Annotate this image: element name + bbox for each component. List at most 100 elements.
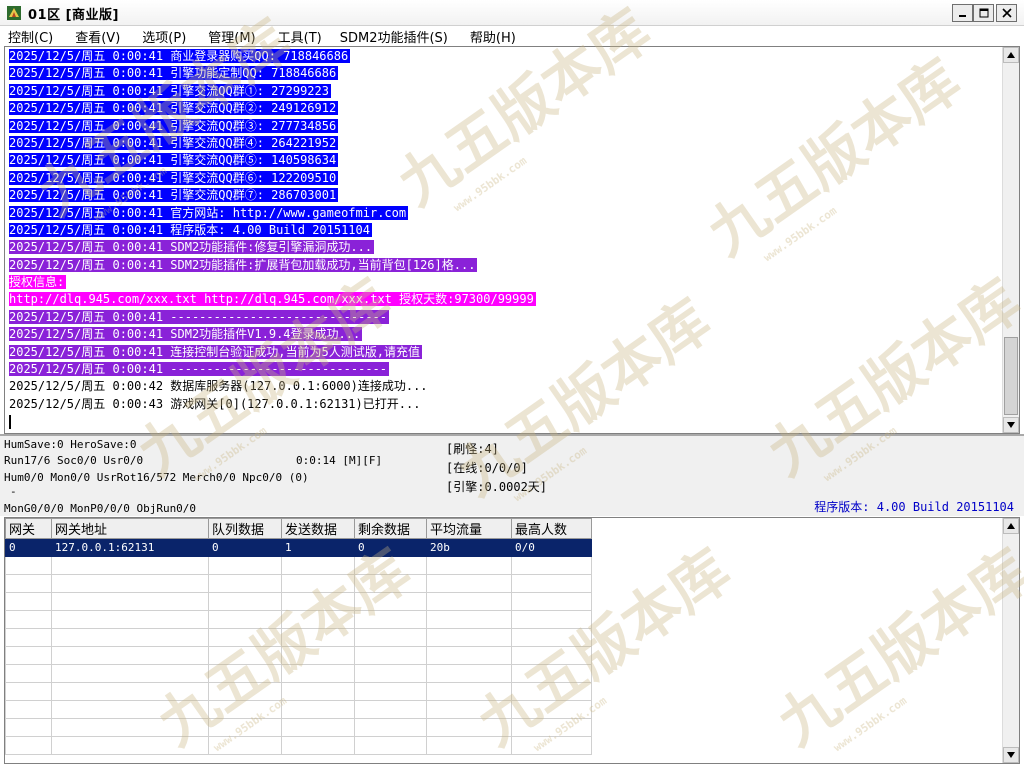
empty-table-cell	[354, 718, 427, 737]
menu-control[interactable]: 控制(C)	[8, 27, 53, 46]
empty-table-cell	[426, 610, 512, 629]
empty-table-cell	[5, 736, 52, 755]
column-header-max-users[interactable]: 最高人数	[511, 518, 592, 539]
table-cell: 20b	[426, 538, 512, 557]
log-line-text: 2025/12/5/周五 0:00:41 SDM2功能插件:修复引擎漏洞成功..…	[9, 240, 375, 255]
column-header-gateway-address[interactable]: 网关地址	[51, 518, 209, 539]
table-scrollbar[interactable]	[1002, 518, 1019, 763]
menu-options[interactable]: 选项(P)	[142, 27, 186, 46]
gateway-table-panel[interactable]: 网关 网关地址 队列数据 发送数据 剩余数据 平均流量 最高人数 0 127.0.…	[4, 517, 1020, 764]
arrow-up-icon	[1007, 52, 1015, 58]
empty-table-cell	[208, 682, 282, 701]
log-line: 2025/12/5/周五 0:00:41 程序版本: 4.00 Build 20…	[9, 222, 999, 239]
menu-help[interactable]: 帮助(H)	[470, 27, 516, 46]
empty-table-cell	[208, 628, 282, 647]
menu-view[interactable]: 查看(V)	[75, 27, 120, 46]
log-line: 2025/12/5/周五 0:00:41 引擎交流QQ群③: 277734856	[9, 118, 999, 135]
scroll-thumb[interactable]	[1004, 337, 1018, 415]
empty-table-cell	[51, 682, 209, 701]
column-header-remaining-data[interactable]: 剩余数据	[354, 518, 427, 539]
empty-table-cell	[51, 628, 209, 647]
empty-table-cell	[51, 610, 209, 629]
log-line: 2025/12/5/周五 0:00:41 引擎交流QQ群①: 27299223	[9, 83, 999, 100]
empty-table-cell	[5, 718, 52, 737]
empty-table-cell	[51, 574, 209, 593]
empty-table-cell	[281, 574, 355, 593]
minimize-button[interactable]	[952, 4, 973, 22]
status-hum-save: HumSave:0 HeroSave:0	[4, 438, 137, 451]
empty-table-row	[5, 700, 592, 719]
empty-table-cell	[5, 610, 52, 629]
log-line-text: 2025/12/5/周五 0:00:41 SDM2功能插件:扩展背包加载成功,当…	[9, 257, 478, 272]
menu-tools[interactable]: 工具(T)	[278, 27, 322, 46]
close-button[interactable]	[996, 4, 1017, 22]
empty-table-row	[5, 664, 592, 683]
log-line-text: 2025/12/5/周五 0:00:41 引擎交流QQ群④: 264221952	[9, 135, 339, 150]
empty-table-cell	[281, 736, 355, 755]
menu-sdm2-plugin[interactable]: SDM2功能插件(S)	[340, 27, 448, 46]
log-line: 2025/12/5/周五 0:00:41 官方网站: http://www.ga…	[9, 205, 999, 222]
empty-table-cell	[426, 736, 512, 755]
log-line: 2025/12/5/周五 0:00:41 SDM2功能插件:扩展背包加载成功,当…	[9, 257, 999, 274]
table-scroll-down-button[interactable]	[1003, 747, 1019, 763]
column-header-queue-data[interactable]: 队列数据	[208, 518, 282, 539]
log-line: 2025/12/5/周五 0:00:42 数据库服务器(127.0.0.1:60…	[9, 378, 999, 395]
empty-table-cell	[426, 556, 512, 575]
log-scrollbar[interactable]	[1002, 47, 1019, 433]
empty-table-cell	[5, 664, 52, 683]
empty-table-cell	[281, 628, 355, 647]
empty-table-cell	[51, 664, 209, 683]
empty-table-cell	[208, 718, 282, 737]
log-line: 2025/12/5/周五 0:00:41 -------------------…	[9, 361, 999, 378]
log-input-line[interactable]	[9, 413, 999, 430]
log-line: 授权信息:	[9, 274, 999, 291]
empty-table-cell	[511, 574, 592, 593]
empty-table-cell	[208, 736, 282, 755]
menu-manage[interactable]: 管理(M)	[208, 27, 255, 46]
empty-table-cell	[511, 592, 592, 611]
empty-table-cell	[51, 646, 209, 665]
table-cell: 0	[354, 538, 427, 557]
log-line-text: 2025/12/5/周五 0:00:41 商业登录器购买QQ: 71884668…	[9, 49, 351, 63]
maximize-icon	[979, 8, 988, 18]
scroll-up-button[interactable]	[1003, 47, 1019, 63]
log-panel[interactable]: 2025/12/5/周五 0:00:41 商业登录器购买QQ: 71884668…	[4, 46, 1020, 434]
empty-table-cell	[5, 592, 52, 611]
empty-table-row	[5, 610, 592, 629]
column-header-gateway[interactable]: 网关	[5, 518, 52, 539]
status-run: Run17/6 Soc0/0 Usr0/0	[4, 454, 144, 467]
log-line: 2025/12/5/周五 0:00:41 引擎功能定制QQ: 718846686	[9, 65, 999, 82]
log-line-text: 2025/12/5/周五 0:00:41 连接控制台验证成功,当前为5人测试版,…	[9, 344, 422, 359]
table-cell: 0	[5, 538, 52, 557]
log-line: 2025/12/5/周五 0:00:41 连接控制台验证成功,当前为5人测试版,…	[9, 344, 999, 361]
table-cell: 0/0	[511, 538, 592, 557]
table-scroll-up-button[interactable]	[1003, 518, 1019, 534]
empty-table-cell	[354, 700, 427, 719]
empty-table-cell	[281, 610, 355, 629]
table-row[interactable]: 0 127.0.0.1:62131 0 1 0 20b 0/0	[5, 538, 592, 557]
empty-table-cell	[208, 574, 282, 593]
empty-table-cell	[208, 610, 282, 629]
table-cell: 1	[281, 538, 355, 557]
empty-table-cell	[281, 556, 355, 575]
empty-table-cell	[281, 664, 355, 683]
empty-table-cell	[426, 592, 512, 611]
column-header-avg-traffic[interactable]: 平均流量	[426, 518, 512, 539]
log-line: 2025/12/5/周五 0:00:43 游戏网关[0](127.0.0.1:6…	[9, 396, 999, 413]
column-header-send-data[interactable]: 发送数据	[281, 518, 355, 539]
log-line-text: http://dlq.945.com/xxx.txt http://dlq.94…	[9, 292, 536, 307]
status-dash: -	[10, 485, 17, 498]
log-line-text: 授权信息:	[9, 275, 67, 290]
table-cell: 127.0.0.1:62131	[51, 538, 209, 557]
empty-table-cell	[354, 592, 427, 611]
empty-table-cell	[511, 556, 592, 575]
maximize-button[interactable]	[973, 4, 994, 22]
scroll-down-button[interactable]	[1003, 417, 1019, 433]
program-version: 程序版本: 4.00 Build 20151104	[814, 500, 1014, 514]
empty-table-cell	[354, 610, 427, 629]
empty-table-cell	[511, 628, 592, 647]
log-line-text: 2025/12/5/周五 0:00:41 引擎交流QQ群③: 277734856	[9, 118, 339, 133]
empty-table-cell	[354, 628, 427, 647]
log-line-text: 2025/12/5/周五 0:00:41 引擎交流QQ群⑦: 286703001	[9, 188, 339, 203]
menu-bar: 控制(C) 查看(V) 选项(P) 管理(M) 工具(T) SDM2功能插件(S…	[0, 26, 1024, 46]
